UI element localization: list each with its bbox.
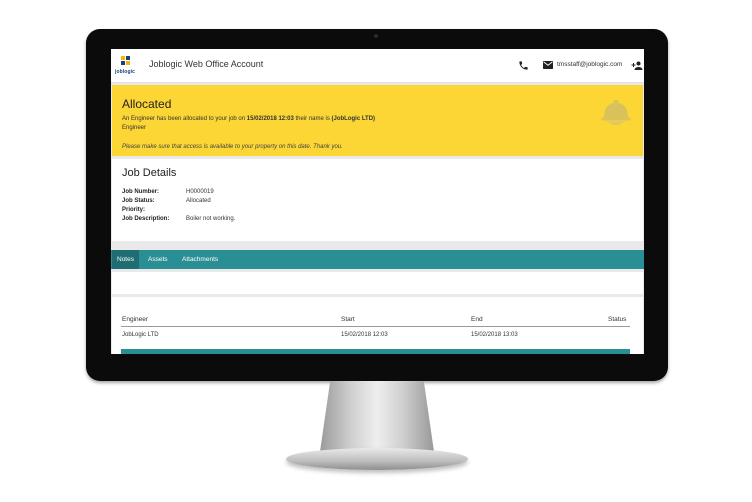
- app-header: joblogic Joblogic Web Office Account tms…: [111, 49, 644, 83]
- cell-engineer: JobLogic LTD: [122, 332, 159, 338]
- column-header-engineer[interactable]: Engineer: [122, 316, 148, 323]
- phone-icon[interactable]: [518, 60, 529, 71]
- alert-message: An Engineer has been allocated to your j…: [122, 116, 375, 122]
- cell-end: 15/02/2018 13:03: [471, 332, 518, 338]
- person-add-icon[interactable]: [631, 60, 643, 71]
- tab-assets[interactable]: Assets: [143, 250, 173, 269]
- joblogic-logo[interactable]: joblogic: [115, 55, 137, 77]
- alert-engineer-name: (JobLogic LTD): [331, 116, 376, 122]
- alert-datetime: 15/02/2018 12:03: [246, 116, 294, 122]
- logo-mark-icon: [121, 56, 130, 65]
- job-number-value: H0000019: [186, 189, 214, 195]
- tab-notes[interactable]: Notes: [112, 250, 139, 269]
- table-footer-bar: [121, 349, 630, 354]
- alert-note: Please make sure that access is availabl…: [122, 144, 343, 150]
- job-description-value: Boiler not working.: [186, 216, 236, 222]
- monitor-stand-base: [286, 448, 468, 470]
- alert-role: Engineer: [122, 125, 147, 131]
- monitor-screen: joblogic Joblogic Web Office Account tms…: [111, 49, 644, 354]
- tab-attachments[interactable]: Attachments: [177, 250, 223, 269]
- job-tabs: Notes Assets Attachments: [111, 250, 644, 269]
- job-number-label: Job Number:: [122, 189, 160, 195]
- job-status-value: Allocated: [186, 198, 211, 204]
- main-content: Allocated An Engineer has been allocated…: [111, 83, 644, 354]
- cell-start: 15/02/2018 12:03: [341, 332, 388, 338]
- app-title: Joblogic Web Office Account: [149, 59, 264, 69]
- column-header-status[interactable]: Status: [608, 316, 626, 323]
- alert-message-prefix: An Engineer has been allocated to your j…: [122, 116, 247, 122]
- user-email[interactable]: tmsstaff@joblogic.com: [557, 61, 622, 68]
- column-header-start[interactable]: Start: [341, 316, 355, 323]
- alert-title: Allocated: [122, 97, 172, 111]
- notes-tab-content: [112, 272, 643, 294]
- mail-icon[interactable]: [543, 61, 553, 69]
- webcam-dot: [374, 34, 378, 38]
- job-description-label: Job Description:: [122, 216, 170, 222]
- hard-hat-icon: [601, 100, 631, 126]
- column-header-end[interactable]: End: [471, 316, 483, 323]
- allocation-alert: Allocated An Engineer has been allocated…: [112, 85, 643, 156]
- job-details-title: Job Details: [122, 167, 177, 179]
- job-details-panel: Job Details Job Number: H0000019 Job Sta…: [112, 159, 643, 241]
- job-status-label: Job Status:: [122, 198, 155, 204]
- logo-wordmark: joblogic: [115, 69, 135, 75]
- priority-label: Priority:: [122, 207, 146, 213]
- engineer-table: Engineer Start End Status JobLogic LTD 1…: [112, 297, 643, 354]
- table-header-divider: [121, 326, 630, 327]
- alert-message-mid: their name is: [293, 116, 332, 122]
- monitor-stand-neck: [319, 381, 435, 453]
